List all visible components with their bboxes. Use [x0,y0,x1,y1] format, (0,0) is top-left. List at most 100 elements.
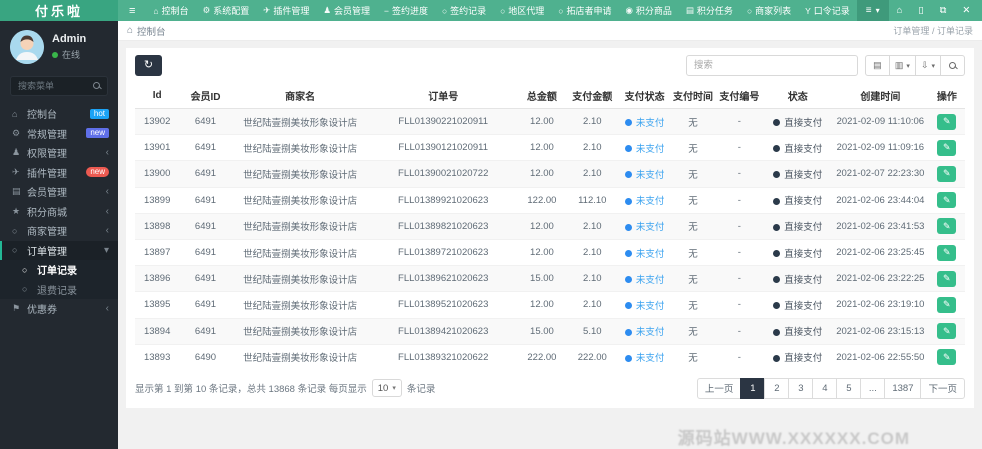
payment-status-badge: 未支付 [624,274,665,286]
edit-button[interactable]: ✎ [937,244,957,261]
edit-button[interactable]: ✎ [937,139,957,156]
sidebar-item-7[interactable]: ○ 订单管理 ▾ [0,240,118,260]
pagination-page-button[interactable]: 5 [836,377,862,399]
sidebar-item-2[interactable]: ♟ 权限管理 ‹ [0,143,118,163]
topnav-item-2[interactable]: ✈ 插件管理 [256,0,316,21]
payment-status-label: 未支付 [635,274,665,286]
order-status-label: 直接支付 [784,196,823,208]
table-search-input[interactable] [685,55,858,76]
table-row: 13896 6491 世纪陆壹捌美妆形象设计店 FLL01389621020623 15… [135,265,965,292]
payment-status-badge: 未支付 [624,222,664,233]
topnav-item-0[interactable]: ⌂ 控制台 [146,0,195,21]
cell-action: ✎ [928,212,965,240]
payment-status-badge: 未支付 [624,118,664,129]
topnav-item-8[interactable]: ◉ 积分商品 [618,0,678,21]
breadcrumb-bar: ⌂ 控制台 订单管理 / 订单记录 [118,21,982,41]
topnav-item-label: 商家列表 [755,6,792,16]
cell-total: 122.00 [517,186,567,214]
pagination-page-button[interactable]: 4 [812,377,838,399]
breadcrumb-home-label[interactable]: 控制台 [137,24,166,38]
cell-pay_status: 未支付 [618,160,671,188]
topnav-item-11[interactable]: Y 口令记录 [798,0,857,21]
cell-merchant: 世纪陆壹捌美妆形象设计店 [231,343,369,370]
topnav-item-4[interactable]: − 签约进度 [377,0,435,21]
pagination-page-button[interactable]: 3 [788,377,814,399]
topnav-item-1[interactable]: ⚙ 系统配置 [196,0,257,21]
refresh-button[interactable]: ↻ [135,55,162,76]
edit-button[interactable]: ✎ [937,270,957,287]
column-header: 会员ID [179,83,232,109]
order-status-label: 直接支付 [784,222,823,234]
topnav-item-5[interactable]: ○ 签约记录 [435,0,493,21]
cell-created: 2021-02-09 11:09:16 [831,134,929,161]
sidebar-item-4[interactable]: ▤ 会员管理 ‹ [0,182,118,202]
payment-status-badge: 未支付 [624,144,664,155]
pagination-next-button[interactable]: 下一页 [920,377,965,399]
edit-button[interactable]: ✎ [937,349,957,366]
sidebar-item-6[interactable]: ○ 商家管理 ‹ [0,221,118,241]
table-row: 13902 6491 世纪陆壹捌美妆形象设计店 FLL01390221020911 12… [135,107,965,135]
sidebar-item-5[interactable]: ★ 积分商城 ‹ [0,202,118,222]
order-status-label: 直接支付 [784,248,823,260]
cell-status: 直接支付 [763,212,832,240]
cell-pay_status: 未支付 [618,186,671,214]
pagination-prev-button[interactable]: 上一页 [696,377,742,399]
sidebar-subitem-0[interactable]: ○ 订单记录 [0,260,118,280]
copy-button[interactable]: ⧉ [932,0,955,21]
minus-icon: − [384,5,389,16]
cell-pay_status: 未支付 [618,343,671,370]
sidebar-item-3[interactable]: ✈ 插件管理 new [0,163,118,183]
chevron-icon: ‹ [105,186,109,198]
edit-button[interactable]: ✎ [937,218,957,235]
home-button[interactable]: ⌂ [889,0,911,21]
chevron-icon: ‹ [105,147,109,159]
topnav-item-6[interactable]: ○ 地区代理 [493,0,551,21]
cell-member: 6491 [179,212,232,240]
edit-button[interactable]: ✎ [937,165,957,182]
cell-pay_time: 无 [670,212,716,240]
column-header: 支付时间 [670,83,716,109]
sidebar-item-0[interactable]: ⌂ 控制台 hot [0,104,118,124]
trash-button[interactable]: ▯ [910,0,931,21]
topnav-item-label: 会员管理 [333,6,370,16]
cell-total: 12.00 [517,134,567,161]
topnav-item-10[interactable]: ○ 商家列表 [740,0,798,21]
edit-button[interactable]: ✎ [937,192,957,209]
order-status-badge: 直接支付 [773,327,822,338]
close-button[interactable]: ✕ [954,0,978,21]
pagination-page-button[interactable]: 1387 [884,377,922,399]
online-dot-icon [52,51,58,58]
edit-button[interactable]: ✎ [937,296,957,313]
order-status-badge: 直接支付 [773,275,822,286]
order-status-badge: 直接支付 [773,249,822,260]
status-dot-icon [624,145,632,153]
dashboard-icon: ⌂ [12,108,18,119]
pagination-page-button[interactable]: 1 [740,377,766,399]
page-size-select[interactable]: 10 ▾ [371,379,402,398]
card-view-button[interactable]: ▤ [864,55,890,76]
tabs-dropdown-button[interactable]: ≡ ▾ [856,0,889,21]
topnav-item-7[interactable]: ○ 拓店者申请 [551,0,618,21]
search-button[interactable] [940,55,965,76]
user-menu[interactable]: Admin [978,0,982,21]
cell-paid: 5.10 [566,317,619,345]
topnav-item-label: 控制台 [161,6,189,16]
sidebar-toggle-button[interactable]: ≡ [118,0,146,21]
cell-order_no: FLL01389421020623 [368,317,518,345]
cell-action: ✎ [928,291,965,318]
edit-button[interactable]: ✎ [937,113,957,130]
topnav-item-9[interactable]: ▤ 积分任务 [679,0,740,21]
pagination-page-button[interactable]: 2 [764,377,790,399]
columns-button[interactable]: ▥ ▾ [888,55,916,76]
sidebar-item-8[interactable]: ⚑ 优惠券 ‹ [0,299,118,319]
order-status-badge: 直接支付 [773,170,822,181]
edit-button[interactable]: ✎ [937,323,957,340]
sidebar-subitem-1[interactable]: ○ 退费记录 [0,280,118,300]
pagination: 上一页 1 2 3 4 5... 1387 下一页 [696,377,965,399]
status-dot-icon [773,197,781,205]
orders-panel: ↻ ▤▥▾⇩▾ Id会员ID商家名订单号总金额支付金额支付状态支付时间支付编号状… [126,48,974,408]
sidebar-item-1[interactable]: ⚙ 常规管理 new [0,124,118,144]
export-button[interactable]: ⇩ ▾ [914,55,941,76]
status-dot-icon [624,354,632,362]
topnav-item-3[interactable]: ♟ 会员管理 [316,0,377,21]
